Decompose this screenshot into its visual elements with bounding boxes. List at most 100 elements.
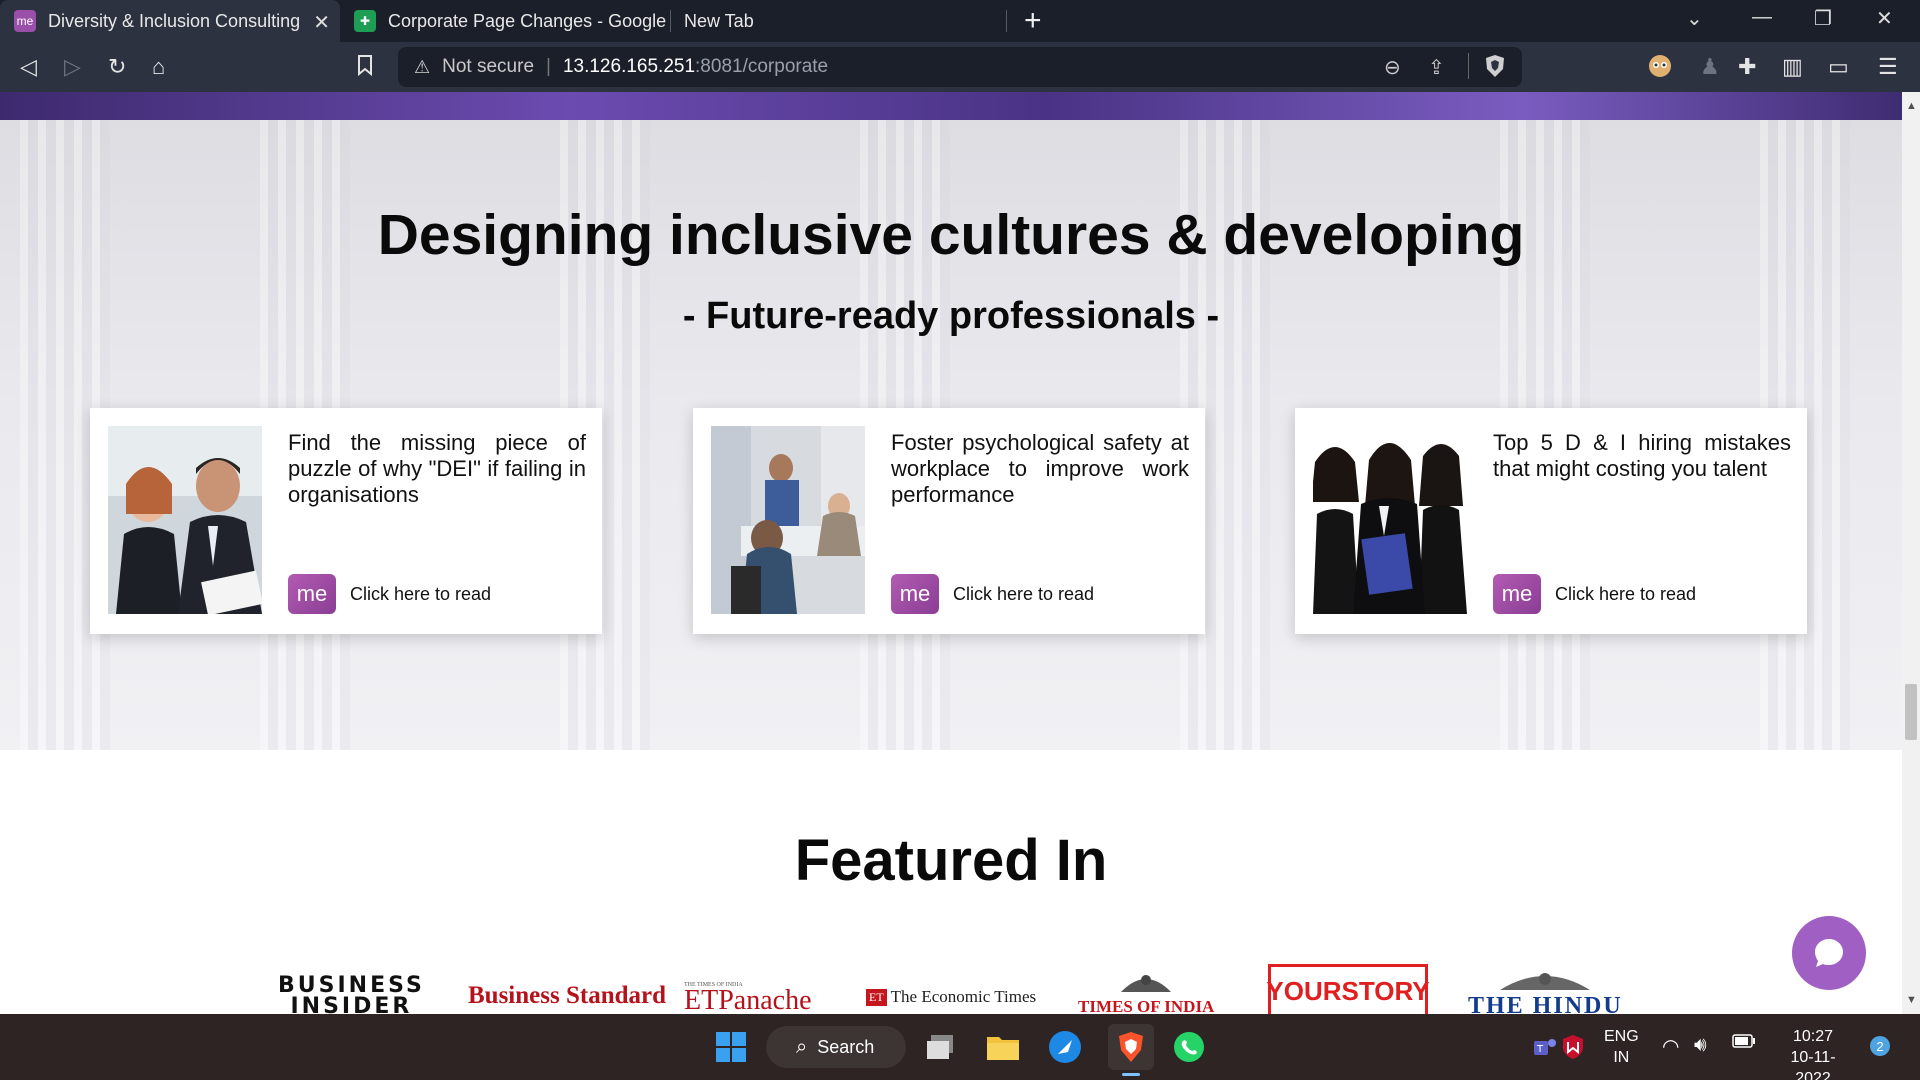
wallet-icon[interactable]: ▭ xyxy=(1828,54,1849,80)
tab-diversity-inclusion[interactable]: me Diversity & Inclusion Consulting a ✕ xyxy=(0,0,340,42)
sidebar-icon[interactable]: ▥ xyxy=(1782,54,1803,80)
etpanache-logo[interactable]: THE TIMES OF INDIA ETPanache xyxy=(684,982,812,1014)
me-logo-icon[interactable]: me xyxy=(1493,574,1541,614)
tab-title: Diversity & Inclusion Consulting a xyxy=(48,10,304,31)
yourstory-logo[interactable]: YOURSTORY xyxy=(1266,964,1430,1014)
economic-times-logo[interactable]: ET The Economic Times xyxy=(866,987,1036,1007)
taskbar-search-label: Search xyxy=(817,1036,875,1057)
article-card-psychological-safety[interactable]: Foster psychological safety at workplace… xyxy=(693,408,1205,634)
menu-icon[interactable]: ☰ xyxy=(1878,54,1898,80)
card-text[interactable]: Foster psychological safety at workplace… xyxy=(891,430,1189,508)
file-explorer-icon[interactable] xyxy=(984,1028,1022,1066)
hero-title: Designing inclusive cultures & developin… xyxy=(377,203,1525,267)
scrollbar-thumb[interactable] xyxy=(1905,684,1917,740)
browser-app-icon[interactable] xyxy=(1046,1028,1084,1066)
scroll-up-arrow-icon[interactable]: ▲ xyxy=(1906,100,1917,112)
restore-icon[interactable]: ❐ xyxy=(1814,6,1832,31)
logo-line: BUSINESS xyxy=(278,973,425,998)
chat-widget-button[interactable] xyxy=(1792,916,1866,990)
page-scrollbar[interactable]: ▲ ▼ xyxy=(1902,92,1920,1014)
logo-text: THE HINDU xyxy=(1468,993,1623,1014)
times-of-india-logo[interactable]: TIMES OF INDIA xyxy=(1078,972,1214,1014)
search-icon: ⌕ xyxy=(796,1035,808,1058)
extension-figure-icon[interactable]: ♟ xyxy=(1700,54,1720,80)
logo-text: The Economic Times xyxy=(890,987,1037,1006)
emblem-icon xyxy=(1500,973,1591,990)
url-divider xyxy=(1468,53,1469,79)
me-favicon-icon: me xyxy=(14,10,36,32)
reload-icon[interactable]: ↻ xyxy=(108,54,126,80)
tab-search-chevron-icon[interactable]: ⌄ xyxy=(1686,6,1703,31)
logo-line: INSIDER xyxy=(290,994,413,1015)
taskbar-search-box[interactable]: ⌕ Search xyxy=(766,1026,906,1068)
whatsapp-icon[interactable] xyxy=(1170,1028,1208,1066)
address-bar[interactable]: ⚠ Not secure | 13.126.165.251:8081/corpo… xyxy=(398,47,1522,87)
article-card-dei[interactable]: Find the missing piece of puzzle of why … xyxy=(90,408,602,634)
url-path[interactable]: :8081/corporate xyxy=(695,56,828,78)
browser-toolbar: ◁ ▷ ↻ ⌂ ⚠ Not secure | 13.126.165.251:80… xyxy=(0,42,1920,92)
sheets-favicon-icon: ✚ xyxy=(354,10,376,32)
home-icon[interactable]: ⌂ xyxy=(152,54,165,80)
hero-section: Designing inclusive cultures & developin… xyxy=(0,120,1902,750)
warning-triangle-icon[interactable]: ⚠ xyxy=(414,57,430,78)
tab-corporate-page-changes[interactable]: ✚ Corporate Page Changes - Google She xyxy=(340,0,666,42)
tab-title: Corporate Page Changes - Google She xyxy=(388,10,666,31)
language-code: ENG xyxy=(1604,1028,1639,1045)
emblem-icon xyxy=(1121,975,1172,992)
close-tab-icon[interactable]: ✕ xyxy=(313,10,330,35)
url-divider: | xyxy=(546,56,551,77)
zoom-icon[interactable]: ⊖ xyxy=(1384,55,1401,80)
business-standard-logo[interactable]: Business Standard xyxy=(468,982,666,1010)
brave-shield-icon[interactable] xyxy=(1484,54,1506,84)
tab-title: New Tab xyxy=(684,10,754,31)
article-card-hiring-mistakes[interactable]: Top 5 D & I hiring mistakes that might c… xyxy=(1295,408,1807,634)
business-people-photo xyxy=(108,426,262,614)
extensions-puzzle-icon[interactable]: ✚ xyxy=(1738,54,1756,80)
click-to-read-link[interactable]: Click here to read xyxy=(350,584,491,605)
svg-text:T: T xyxy=(1536,1044,1544,1055)
share-icon[interactable]: ⇪ xyxy=(1428,55,1445,80)
logo-text: TIMES OF INDIA xyxy=(1078,997,1215,1014)
me-logo-icon[interactable]: me xyxy=(288,574,336,614)
close-window-icon[interactable]: ✕ xyxy=(1876,6,1893,31)
notification-badge[interactable]: 2 xyxy=(1870,1036,1890,1056)
volume-icon[interactable]: 🔊︎ xyxy=(1694,1034,1707,1057)
language-indicator[interactable]: ENG IN xyxy=(1604,1026,1639,1068)
page-content: Designing inclusive cultures & developin… xyxy=(0,92,1902,1014)
forward-icon[interactable]: ▷ xyxy=(64,54,81,80)
security-label[interactable]: Not secure xyxy=(442,56,534,78)
tab-new-tab[interactable]: New Tab xyxy=(672,0,1002,42)
clock-time: 10:27 xyxy=(1792,1028,1834,1045)
click-to-read-link[interactable]: Click here to read xyxy=(953,584,1094,605)
card-text[interactable]: Find the missing piece of puzzle of why … xyxy=(288,430,586,508)
me-logo-icon[interactable]: me xyxy=(891,574,939,614)
logo-text: ETPanache xyxy=(684,985,812,1015)
region-code: IN xyxy=(1613,1049,1630,1066)
mcafee-shield-icon[interactable] xyxy=(1554,1028,1592,1066)
browser-tab-strip: me Diversity & Inclusion Consulting a ✕ … xyxy=(0,0,1920,42)
featured-in-heading: Featured In xyxy=(794,828,1108,893)
new-tab-plus-icon[interactable]: + xyxy=(1024,4,1042,38)
profile-avatar-icon[interactable] xyxy=(1648,54,1672,84)
chat-bubble-icon xyxy=(1815,939,1843,967)
battery-icon[interactable] xyxy=(1732,1034,1756,1053)
windows-taskbar: ⌕ Search T ENG IN ◠ 🔊︎ 10:27 10-11-2022 … xyxy=(0,1014,1920,1087)
et-mark: ET xyxy=(866,988,887,1006)
tab-separator xyxy=(670,10,671,32)
top-purple-banner xyxy=(0,92,1902,120)
bookmark-icon[interactable] xyxy=(356,54,374,82)
the-hindu-logo[interactable]: THE HINDU xyxy=(1468,970,1623,1014)
back-icon[interactable]: ◁ xyxy=(20,54,37,80)
url-host[interactable]: 13.126.165.251 xyxy=(563,56,695,78)
business-insider-logo[interactable]: BUSINESS INSIDER xyxy=(278,973,425,1015)
task-view-icon[interactable] xyxy=(922,1028,960,1066)
click-to-read-link[interactable]: Click here to read xyxy=(1555,584,1696,605)
scroll-down-arrow-icon[interactable]: ▼ xyxy=(1906,994,1917,1006)
brave-browser-icon[interactable] xyxy=(1108,1024,1154,1076)
hero-subtitle: - Future-ready professionals - xyxy=(682,295,1220,337)
windows-start-icon[interactable] xyxy=(712,1028,750,1066)
minimize-icon[interactable]: — xyxy=(1752,6,1772,29)
active-app-indicator xyxy=(1122,1073,1140,1076)
card-text[interactable]: Top 5 D & I hiring mistakes that might c… xyxy=(1493,430,1791,482)
wifi-icon[interactable]: ◠ xyxy=(1662,1034,1679,1059)
